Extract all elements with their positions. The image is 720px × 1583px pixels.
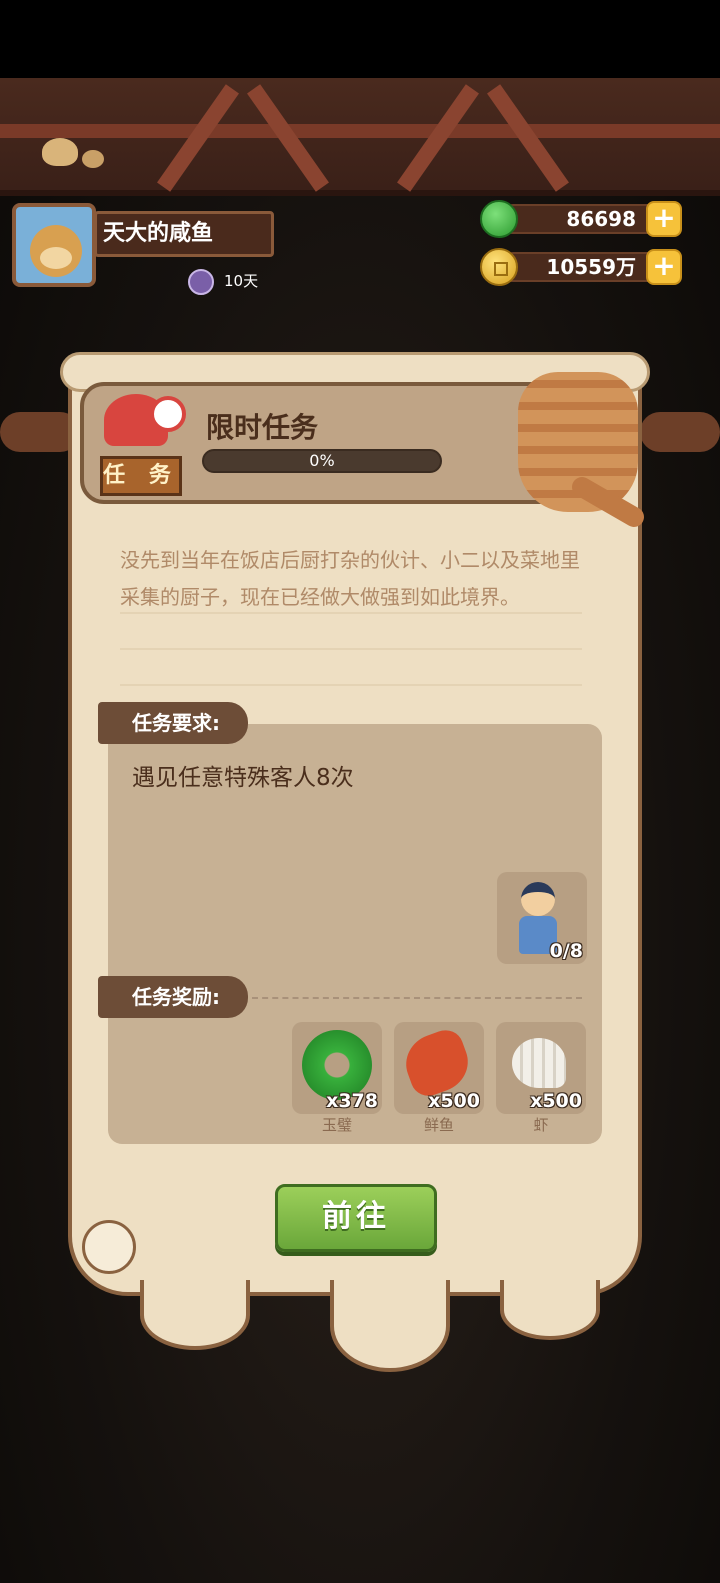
status-bar-area [0,0,720,78]
requirement-text: 遇见任意特殊客人8次 [132,765,354,791]
coin-icon [480,248,518,286]
scroll-roll-end [82,1220,136,1274]
cat-mascot [508,362,648,548]
reward-divider [252,997,582,999]
task-progress-bar: 0% [202,449,442,473]
chick-decoration [42,138,78,166]
add-coin-button[interactable]: + [646,249,682,285]
reward-header: 任务奖励: [98,976,248,1018]
scroll-drip [330,1280,450,1372]
reward-count: x500 [530,1090,582,1112]
go-button[interactable]: 前往 [275,1184,437,1252]
player-avatar[interactable] [12,203,96,287]
shrimp-icon [512,1038,566,1088]
reward-slot-jade[interactable]: x378 [292,1022,382,1114]
reward-slot-shrimp[interactable]: x500 [496,1022,586,1114]
divider [120,612,582,614]
chick-decoration [82,150,104,168]
scroll-rod-right [640,412,720,452]
jade-icon [480,200,518,238]
task-tag: 任 务 [100,456,182,496]
login-days[interactable]: 10天 [188,268,259,295]
reward-count: x378 [326,1090,378,1112]
scroll-drip [140,1280,250,1350]
task-title: 限时任务 [206,411,319,444]
player-name: 天大的咸鱼 [94,211,274,257]
reward-name: 鲜鱼 [423,1116,454,1134]
jade-amount: 86698 [498,204,666,234]
requirement-header: 任务要求: [98,702,248,744]
requirement-progress: 0/8 [549,940,583,962]
reward-name: 虾 [533,1116,549,1134]
special-guest-slot[interactable]: 0/8 [497,872,587,964]
task-description: 没先到当年在饭店后厨打杂的伙计、小二以及菜地里采集的厨子，现在已经做大做强到如此… [120,548,580,609]
reward-name: 玉璧 [321,1116,352,1134]
add-jade-button[interactable]: + [646,201,682,237]
guest-head-icon [521,882,555,916]
coin-currency: 10559万 + [480,248,682,286]
scroll-drip [500,1280,600,1340]
vip-badge-icon [188,268,214,295]
jade-currency: 86698 + [480,200,682,238]
divider [120,684,582,686]
reward-count: x500 [428,1090,480,1112]
restaurant-roof [0,78,720,196]
progress-label: 0% [309,451,335,470]
reward-slot-fish[interactable]: x500 [394,1022,484,1114]
days-label: 10天 [224,272,259,290]
divider [120,648,582,650]
coin-amount: 10559万 [498,252,666,282]
